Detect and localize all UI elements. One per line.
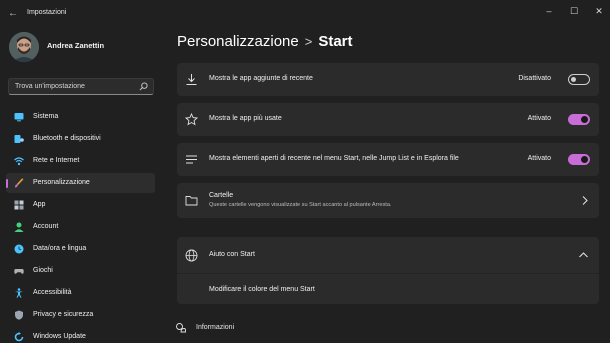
sidebar-item-label: Sistema xyxy=(33,113,59,120)
search-icon[interactable] xyxy=(139,82,148,91)
breadcrumb: Personalizzazione > Start xyxy=(177,33,353,50)
setting-folders[interactable]: Cartelle Queste cartelle vengono visuali… xyxy=(177,183,599,218)
sidebar-item-label: Personalizzazione xyxy=(33,179,90,186)
brush-icon xyxy=(15,178,24,188)
wifi-icon xyxy=(14,157,24,166)
accessibility-icon xyxy=(15,288,23,298)
sidebar-item-privacy[interactable]: Privacy e sicurezza xyxy=(6,305,155,325)
back-arrow-icon[interactable]: ← xyxy=(6,7,20,21)
toggle-knob xyxy=(581,156,588,163)
setting-label: Mostra le app aggiunte di recente xyxy=(209,75,313,82)
sidebar-item-rete[interactable]: Rete e Internet xyxy=(6,151,155,171)
avatar[interactable] xyxy=(9,32,39,62)
sidebar-item-label: Giochi xyxy=(33,267,53,274)
sidebar-item-sistema[interactable]: Sistema xyxy=(6,107,155,127)
sidebar-item-label: App xyxy=(33,201,46,208)
sidebar-item-label: Rete e Internet xyxy=(33,157,80,164)
folders-subtitle: Queste cartelle vengono visualizzate su … xyxy=(209,202,392,208)
sidebar-item-bluetooth[interactable]: Bluetooth e dispositivi xyxy=(6,129,155,149)
toggle-state: Disattivato xyxy=(518,75,551,82)
search-input[interactable]: Trova un'impostazione xyxy=(8,78,154,95)
person-icon xyxy=(14,222,24,232)
most-used-apps-toggle[interactable] xyxy=(568,114,590,125)
page-title: Start xyxy=(318,33,353,50)
user-name: Andrea Zanettin xyxy=(47,41,105,50)
globe-icon xyxy=(185,249,198,262)
apps-icon xyxy=(14,200,24,210)
help-section: Aiuto con Start Modificare il colore del… xyxy=(177,237,599,304)
setting-recent-items: Mostra elementi aperti di recente nel me… xyxy=(177,143,599,176)
sidebar-item-app[interactable]: App xyxy=(6,195,155,215)
sidebar-item-label: Account xyxy=(33,223,59,230)
title-bar: ← Impostazioni – ☐ ✕ xyxy=(0,0,610,28)
chevron-up-icon[interactable] xyxy=(578,250,589,259)
sidebar-item-label: Privacy e sicurezza xyxy=(33,311,94,318)
setting-most-used-apps: Mostra le app più usate Attivato xyxy=(177,103,599,136)
maximize-button[interactable]: ☐ xyxy=(565,5,583,17)
active-indicator xyxy=(6,179,8,188)
info-label: Informazioni xyxy=(196,324,235,331)
sidebar-item-label: Data/ora e lingua xyxy=(33,245,87,252)
help-title[interactable]: Aiuto con Start xyxy=(209,251,255,258)
globe-clock-icon xyxy=(14,244,24,254)
sidebar-item-data-ora[interactable]: Data/ora e lingua xyxy=(6,239,155,259)
breadcrumb-separator: > xyxy=(304,34,313,49)
setting-label: Mostra le app più usate xyxy=(209,115,282,122)
sidebar-item-label: Bluetooth e dispositivi xyxy=(33,135,101,142)
sidebar-item-label: Windows Update xyxy=(33,333,86,340)
monitor-icon xyxy=(14,113,24,122)
setting-recent-apps: Mostra le app aggiunte di recente Disatt… xyxy=(177,63,599,96)
sidebar-item-windows-update[interactable]: Windows Update xyxy=(6,327,155,343)
gamepad-icon xyxy=(14,269,24,274)
close-button[interactable]: ✕ xyxy=(590,5,608,17)
divider xyxy=(177,273,599,274)
download-icon xyxy=(186,74,197,85)
chevron-right-icon xyxy=(582,196,588,205)
toggle-state: Attivato xyxy=(527,155,551,162)
update-icon xyxy=(14,332,24,342)
toggle-knob xyxy=(571,77,576,82)
sidebar-item-giochi[interactable]: Giochi xyxy=(6,261,155,281)
minimize-button[interactable]: – xyxy=(540,5,558,17)
recent-items-toggle[interactable] xyxy=(568,154,590,165)
toggle-knob xyxy=(581,116,588,123)
feedback-icon xyxy=(176,323,186,333)
window-title: Impostazioni xyxy=(27,9,67,16)
sidebar-item-account[interactable]: Account xyxy=(6,217,155,237)
breadcrumb-parent[interactable]: Personalizzazione xyxy=(177,33,299,50)
sidebar-item-accessibilita[interactable]: Accessibilità xyxy=(6,283,155,303)
bluetooth-icon xyxy=(14,135,24,143)
list-icon xyxy=(186,155,197,164)
search-placeholder: Trova un'impostazione xyxy=(15,83,85,90)
sidebar-item-personalizzazione[interactable]: Personalizzazione xyxy=(6,173,155,193)
recent-apps-toggle[interactable] xyxy=(568,74,590,85)
star-icon xyxy=(185,113,198,126)
folder-icon xyxy=(185,196,198,206)
shield-icon xyxy=(15,310,23,320)
folders-title: Cartelle xyxy=(209,192,234,199)
setting-label: Mostra elementi aperti di recente nel me… xyxy=(209,155,459,162)
help-link[interactable]: Modificare il colore del menu Start xyxy=(209,286,315,293)
sidebar-item-label: Accessibilità xyxy=(33,289,72,296)
toggle-state: Attivato xyxy=(527,115,551,122)
